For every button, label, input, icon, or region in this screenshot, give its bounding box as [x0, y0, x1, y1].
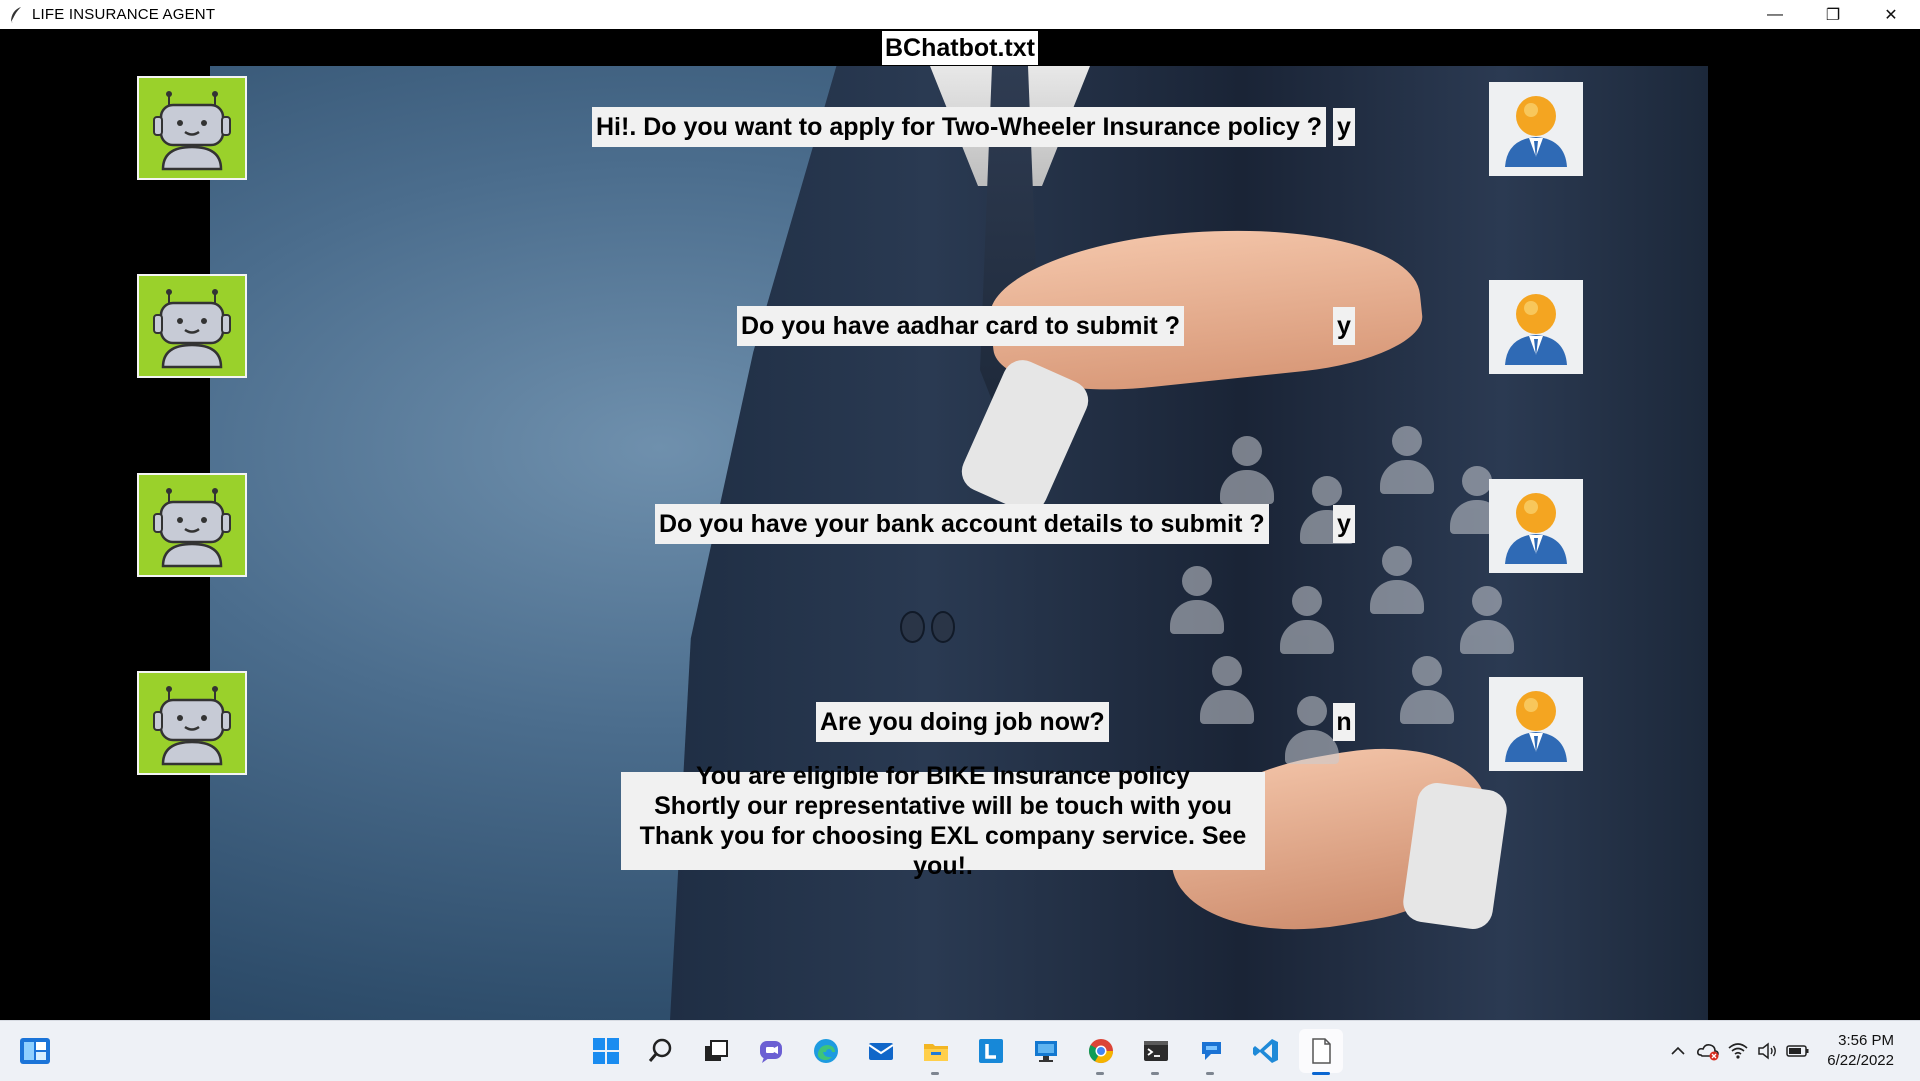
clock[interactable]: 3:56 PM 6/22/2022 [1827, 1031, 1894, 1071]
final-line-3: Thank you for choosing EXL company servi… [639, 822, 1247, 880]
mail-icon[interactable] [859, 1029, 903, 1073]
volume-icon[interactable] [1753, 1036, 1783, 1066]
chevron-up-icon[interactable] [1663, 1036, 1693, 1066]
app-canvas: BChatbot.txt Hi!. Do you want to apply f… [0, 29, 1920, 1020]
title-bar: LIFE INSURANCE AGENT — ❐ ✕ [0, 0, 1920, 29]
file-explorer-icon[interactable] [914, 1029, 958, 1075]
edge-icon[interactable] [804, 1029, 848, 1073]
start-icon[interactable] [584, 1029, 628, 1073]
onedrive-error-icon[interactable] [1693, 1036, 1723, 1066]
remote-desktop-icon[interactable] [1024, 1029, 1068, 1073]
chrome-icon[interactable] [1079, 1029, 1123, 1075]
widgets-icon[interactable] [18, 1034, 52, 1068]
vscode-icon[interactable] [1244, 1029, 1288, 1073]
quick-assist-icon[interactable] [1189, 1029, 1233, 1075]
user-answer-3: y [1333, 505, 1355, 543]
app-l-icon[interactable] [969, 1029, 1013, 1073]
bot-question-2: Do you have aadhar card to submit ? [737, 306, 1184, 346]
final-line-1: You are eligible for BIKE Insurance poli… [695, 762, 1191, 790]
robot-avatar-icon [137, 671, 247, 775]
search-icon[interactable] [639, 1029, 683, 1073]
minimize-button[interactable]: — [1746, 0, 1804, 29]
user-avatar-icon [1489, 677, 1583, 771]
robot-avatar-icon [137, 76, 247, 180]
battery-icon[interactable] [1783, 1036, 1813, 1066]
clock-date: 6/22/2022 [1827, 1052, 1894, 1069]
bot-question-4: Are you doing job now? [816, 702, 1109, 742]
clock-time: 3:56 PM [1838, 1032, 1894, 1049]
system-tray: 3:56 PM 6/22/2022 [1663, 1021, 1920, 1081]
user-answer-1: y [1333, 108, 1355, 146]
feather-icon [6, 5, 26, 25]
close-button[interactable]: ✕ [1862, 0, 1920, 29]
wifi-icon[interactable] [1723, 1036, 1753, 1066]
window-title: LIFE INSURANCE AGENT [32, 6, 216, 23]
user-avatar-icon [1489, 479, 1583, 573]
final-result-message: You are eligible for BIKE Insurance poli… [621, 762, 1265, 880]
final-line-2: Shortly our representative will be touch… [654, 792, 1232, 820]
task-view-icon[interactable] [694, 1029, 738, 1073]
terminal-icon[interactable] [1134, 1029, 1178, 1075]
bot-question-3: Do you have your bank account details to… [655, 504, 1269, 544]
notepad-icon[interactable] [1299, 1029, 1343, 1075]
restore-button[interactable]: ❐ [1804, 0, 1862, 29]
taskbar-apps [584, 1029, 1343, 1075]
chat-icon[interactable] [749, 1029, 793, 1073]
user-answer-2: y [1333, 307, 1355, 345]
user-answer-4: n [1333, 703, 1355, 741]
file-name-label: BChatbot.txt [882, 31, 1038, 65]
bot-question-1: Hi!. Do you want to apply for Two-Wheele… [592, 107, 1326, 147]
user-avatar-icon [1489, 82, 1583, 176]
taskbar: 3:56 PM 6/22/2022 [0, 1020, 1920, 1081]
user-avatar-icon [1489, 280, 1583, 374]
robot-avatar-icon [137, 274, 247, 378]
robot-avatar-icon [137, 473, 247, 577]
